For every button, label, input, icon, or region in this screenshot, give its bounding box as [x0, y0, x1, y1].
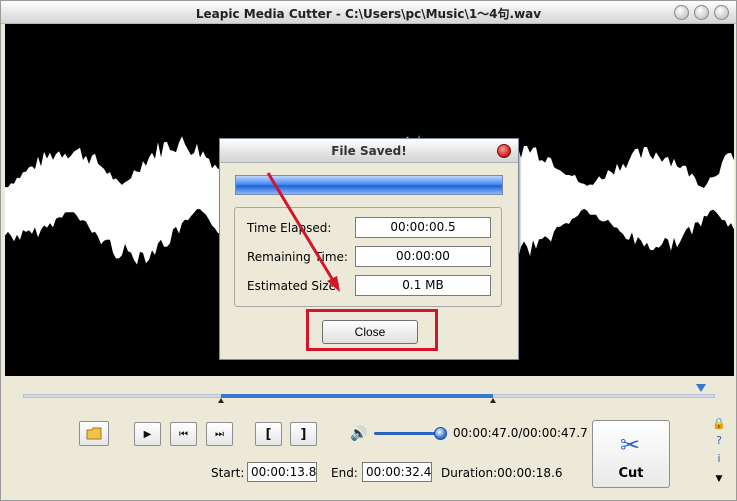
speaker-icon[interactable]: 🔊: [350, 426, 367, 442]
start-time-field[interactable]: 00:00:13.8: [247, 462, 317, 482]
folder-icon: [86, 427, 102, 440]
maximize-icon[interactable]: [694, 5, 709, 20]
playhead-indicator[interactable]: [696, 384, 706, 392]
selection-start-marker[interactable]: [218, 398, 224, 403]
bracket-close-icon: ]: [300, 426, 307, 442]
open-file-button[interactable]: [79, 421, 109, 446]
previous-button[interactable]: ⏮: [170, 422, 197, 446]
mark-start-button[interactable]: [: [255, 422, 282, 446]
minimize-icon[interactable]: [674, 5, 689, 20]
estimated-size-label: Estimated Size:: [247, 279, 341, 293]
player-controls: ▶ ⏮ ⏭ [ ] 🔊 00:00:47.0/00:00:47.7 Start:…: [1, 376, 736, 500]
time-elapsed-label: Time Elapsed:: [247, 221, 332, 235]
window-title: Leapic Media Cutter - C:\Users\pc\Music\…: [195, 7, 542, 21]
dialog-close-icon[interactable]: [497, 144, 511, 158]
scissors-icon: ✂: [620, 431, 641, 459]
info-icon[interactable]: i: [712, 452, 726, 466]
title-bar: Leapic Media Cutter - C:\Users\pc\Music\…: [1, 1, 736, 24]
volume-slider[interactable]: [374, 432, 440, 435]
bracket-open-icon: [: [265, 426, 272, 442]
duration-text: Duration:00:00:18.6: [441, 466, 563, 480]
save-progress-bar: [235, 175, 503, 195]
timeline-selection[interactable]: [221, 394, 493, 398]
dialog-title-bar: File Saved!: [220, 139, 518, 163]
time-readout: 00:00:47.0/00:00:47.7: [453, 426, 588, 440]
start-label: Start:: [211, 466, 245, 480]
remaining-time-label: Remaining Time:: [247, 250, 348, 264]
skip-forward-icon: ⏭: [215, 428, 224, 440]
dialog-title: File Saved!: [331, 144, 407, 158]
close-button-highlight: [306, 309, 438, 351]
save-info-group: Time Elapsed: 00:00:00.5 Remaining Time:…: [234, 207, 502, 307]
skip-back-icon: ⏮: [179, 428, 188, 440]
time-elapsed-value: 00:00:00.5: [355, 217, 491, 238]
volume-knob[interactable]: [434, 427, 447, 440]
cut-label: Cut: [618, 466, 644, 481]
selection-end-marker[interactable]: [490, 398, 496, 403]
end-time-field[interactable]: 00:00:32.4: [362, 462, 432, 482]
cut-button[interactable]: ✂ Cut: [592, 420, 670, 488]
play-button[interactable]: ▶: [134, 422, 161, 446]
mark-end-button[interactable]: ]: [290, 422, 317, 446]
close-window-icon[interactable]: [714, 5, 729, 20]
end-label: End:: [331, 466, 358, 480]
help-icon[interactable]: ?: [712, 434, 726, 448]
play-icon: ▶: [143, 428, 152, 440]
next-button[interactable]: ⏭: [206, 422, 233, 446]
dropdown-arrow-icon[interactable]: ▼: [712, 472, 726, 486]
lock-icon[interactable]: 🔒: [712, 417, 726, 431]
estimated-size-value: 0.1 MB: [355, 275, 491, 296]
remaining-time-value: 00:00:00: [355, 246, 491, 267]
